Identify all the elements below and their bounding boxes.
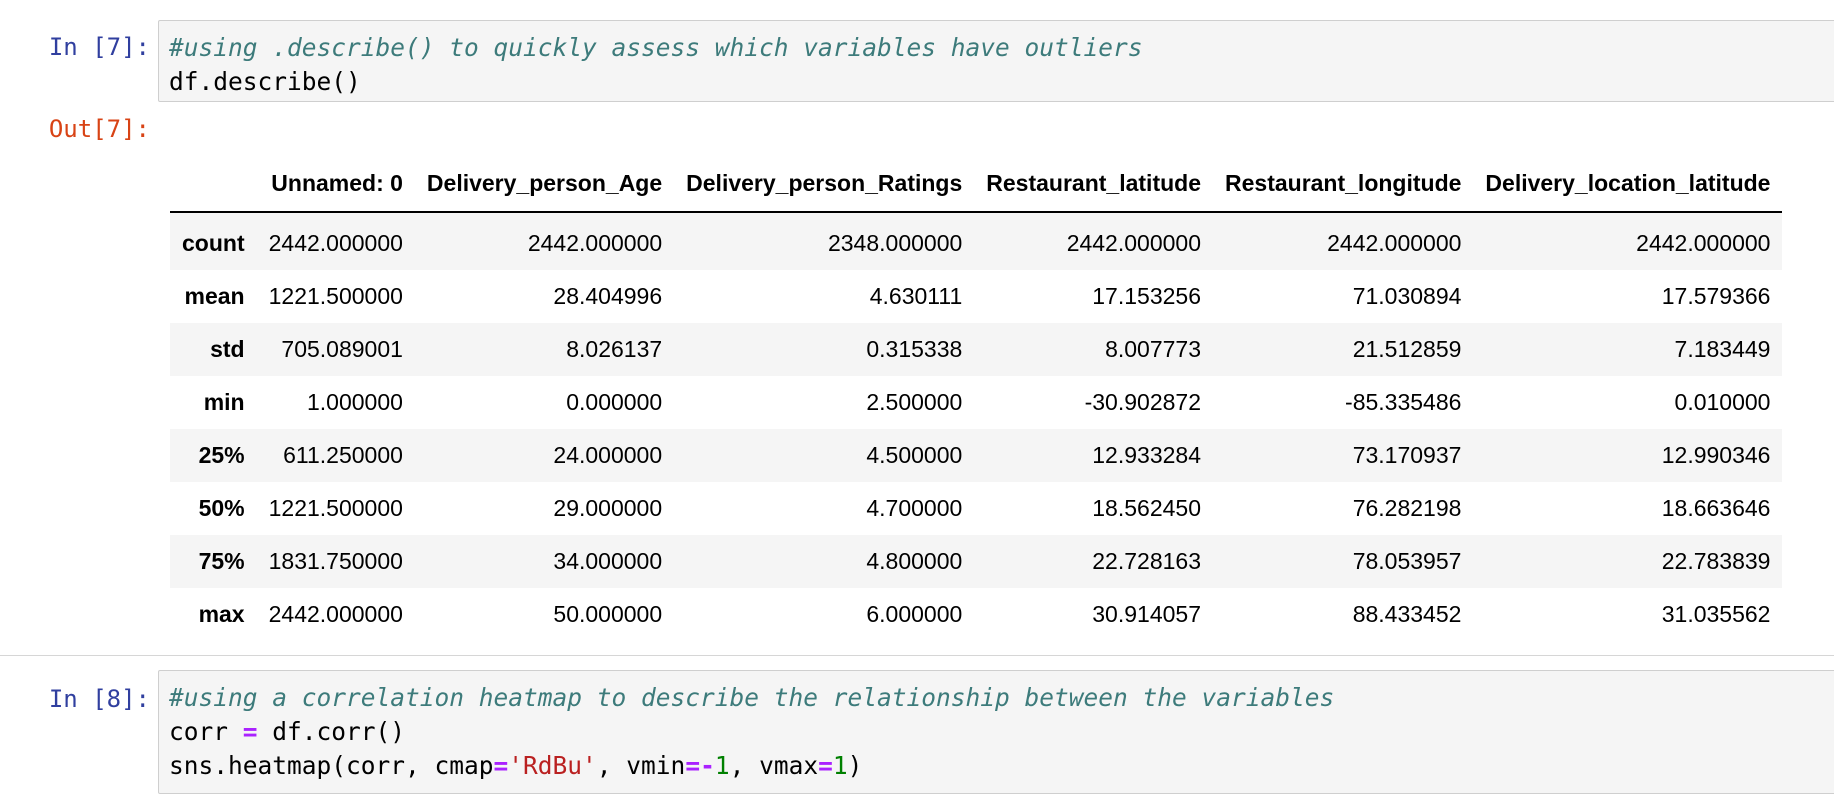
table-cell: 71.030894	[1352, 283, 1462, 309]
code-token: )	[847, 751, 863, 780]
table-cell: 2442.000000	[1327, 230, 1462, 256]
code-token: df.corr()	[257, 717, 406, 746]
cell7-code-editor[interactable]: #using .describe() to quickly assess whi…	[158, 20, 1834, 102]
table-cell: 34.000000	[553, 548, 663, 574]
cell8-in-prompt: In [8]:	[48, 685, 150, 713]
table-cell: 0.000000	[566, 389, 663, 415]
code-token: , vmin	[596, 751, 686, 780]
table-cell: 12.990346	[1661, 442, 1771, 468]
code-number: 1	[832, 751, 848, 780]
table-cell: 0.010000	[1674, 389, 1771, 415]
table-row: 75% 1831.750000 34.000000 4.800000 22.72…	[170, 535, 1783, 588]
table-cell: 2.500000	[866, 389, 963, 415]
table-row: 25% 611.250000 24.000000 4.500000 12.933…	[170, 429, 1783, 482]
table-cell: 50.000000	[553, 601, 663, 627]
table-cell: 17.153256	[1092, 283, 1201, 309]
table-cell: 18.562450	[1092, 495, 1201, 521]
table-cell: 7.183449	[1674, 336, 1771, 362]
table-row: max 2442.000000 50.000000 6.000000 30.91…	[170, 588, 1783, 641]
table-cell: 24.000000	[553, 442, 663, 468]
table-cell: 2442.000000	[268, 601, 403, 627]
code-string: 'RdBu'	[508, 751, 597, 780]
table-row: std 705.089001 8.026137 0.315338 8.00777…	[170, 323, 1783, 376]
row-label: 50%	[198, 495, 245, 521]
table-cell: 76.282198	[1352, 495, 1462, 521]
table-cell: 30.914057	[1092, 601, 1201, 627]
table-cell: 4.630111	[869, 283, 963, 309]
table-row: mean 1221.500000 28.404996 4.630111 17.1…	[170, 270, 1783, 323]
cell7-code-comment: #using .describe() to quickly assess whi…	[169, 33, 1143, 62]
table-cell: 88.433452	[1352, 601, 1462, 627]
table-cell: 18.663646	[1661, 495, 1771, 521]
column-header: Restaurant_latitude	[974, 155, 1213, 213]
table-cell: 1831.750000	[268, 548, 403, 574]
table-index-header	[170, 155, 257, 213]
table-cell: 28.404996	[553, 283, 663, 309]
table-cell: 1221.500000	[268, 495, 403, 521]
row-label: std	[210, 336, 245, 362]
code-operator: =	[493, 751, 509, 780]
table-cell: 4.700000	[866, 495, 963, 521]
code-operator: =-	[685, 751, 715, 780]
table-cell: 78.053957	[1352, 548, 1462, 574]
table-cell: 2442.000000	[268, 230, 403, 256]
table-row: count 2442.000000 2442.000000 2348.00000…	[170, 212, 1783, 270]
code-token: corr	[169, 717, 243, 746]
table-row: 50% 1221.500000 29.000000 4.700000 18.56…	[170, 482, 1783, 535]
table-cell: 21.512859	[1352, 336, 1462, 362]
table-cell: 611.250000	[283, 442, 403, 468]
table-cell: -30.902872	[1084, 389, 1201, 415]
table-cell: 73.170937	[1352, 442, 1462, 468]
code-number: 1	[714, 751, 730, 780]
cell7-out-prompt: Out[7]:	[48, 115, 150, 143]
table-cell: 705.089001	[281, 336, 403, 362]
code-operator: =	[818, 751, 833, 780]
table-cell: 31.035562	[1661, 601, 1771, 627]
code-operator: =	[242, 717, 258, 746]
table-cell: 4.800000	[866, 548, 963, 574]
describe-output-table: Unnamed: 0 Delivery_person_Age Delivery_…	[170, 155, 1783, 641]
cell8-code-line2: corr = df.corr()	[169, 717, 405, 746]
row-label: max	[198, 601, 245, 627]
row-label: 75%	[198, 548, 245, 574]
cell8-code-line3: sns.heatmap(corr, cmap='RdBu', vmin=-1, …	[169, 751, 862, 780]
cell-separator	[0, 655, 1834, 656]
column-header: Unnamed: 0	[256, 155, 415, 213]
row-label: 25%	[198, 442, 245, 468]
table-cell: 6.000000	[866, 601, 963, 627]
code-token: sns.heatmap(corr, cmap	[169, 751, 494, 780]
table-cell: 22.783839	[1661, 548, 1771, 574]
cell8-code-comment: #using a correlation heatmap to describe…	[169, 683, 1335, 712]
table-cell: 4.500000	[866, 442, 963, 468]
table-cell: 2442.000000	[1636, 230, 1771, 256]
table-header-row: Unnamed: 0 Delivery_person_Age Delivery_…	[170, 155, 1783, 213]
cell7-code-line2: df.describe()	[169, 67, 361, 96]
table-cell: 1.000000	[306, 389, 403, 415]
table-cell: 12.933284	[1092, 442, 1201, 468]
table-cell: 2442.000000	[1066, 230, 1201, 256]
column-header: Delivery_location_latitude	[1473, 155, 1783, 213]
column-header: Restaurant_longitude	[1213, 155, 1474, 213]
table-row: min 1.000000 0.000000 2.500000 -30.90287…	[170, 376, 1783, 429]
row-label: count	[182, 230, 245, 256]
column-header: Delivery_person_Ratings	[674, 155, 975, 213]
table-cell: 2442.000000	[527, 230, 663, 256]
row-label: mean	[184, 283, 245, 309]
table-cell: 22.728163	[1092, 548, 1201, 574]
table-cell: 2348.000000	[827, 230, 963, 256]
table-cell: -85.335486	[1345, 389, 1462, 415]
table-cell: 1221.500000	[268, 283, 403, 309]
table-cell: 8.026137	[566, 336, 663, 362]
cell8-code-editor[interactable]: #using a correlation heatmap to describe…	[158, 670, 1834, 794]
table-cell: 0.315338	[866, 336, 963, 362]
table-cell: 29.000000	[553, 495, 663, 521]
table-cell: 17.579366	[1661, 283, 1771, 309]
table-cell: 8.007773	[1105, 336, 1201, 362]
cell7-in-prompt: In [7]:	[48, 33, 150, 61]
column-header: Delivery_person_Age	[414, 155, 675, 213]
row-label: min	[203, 389, 245, 415]
code-token: , vmax	[729, 751, 819, 780]
